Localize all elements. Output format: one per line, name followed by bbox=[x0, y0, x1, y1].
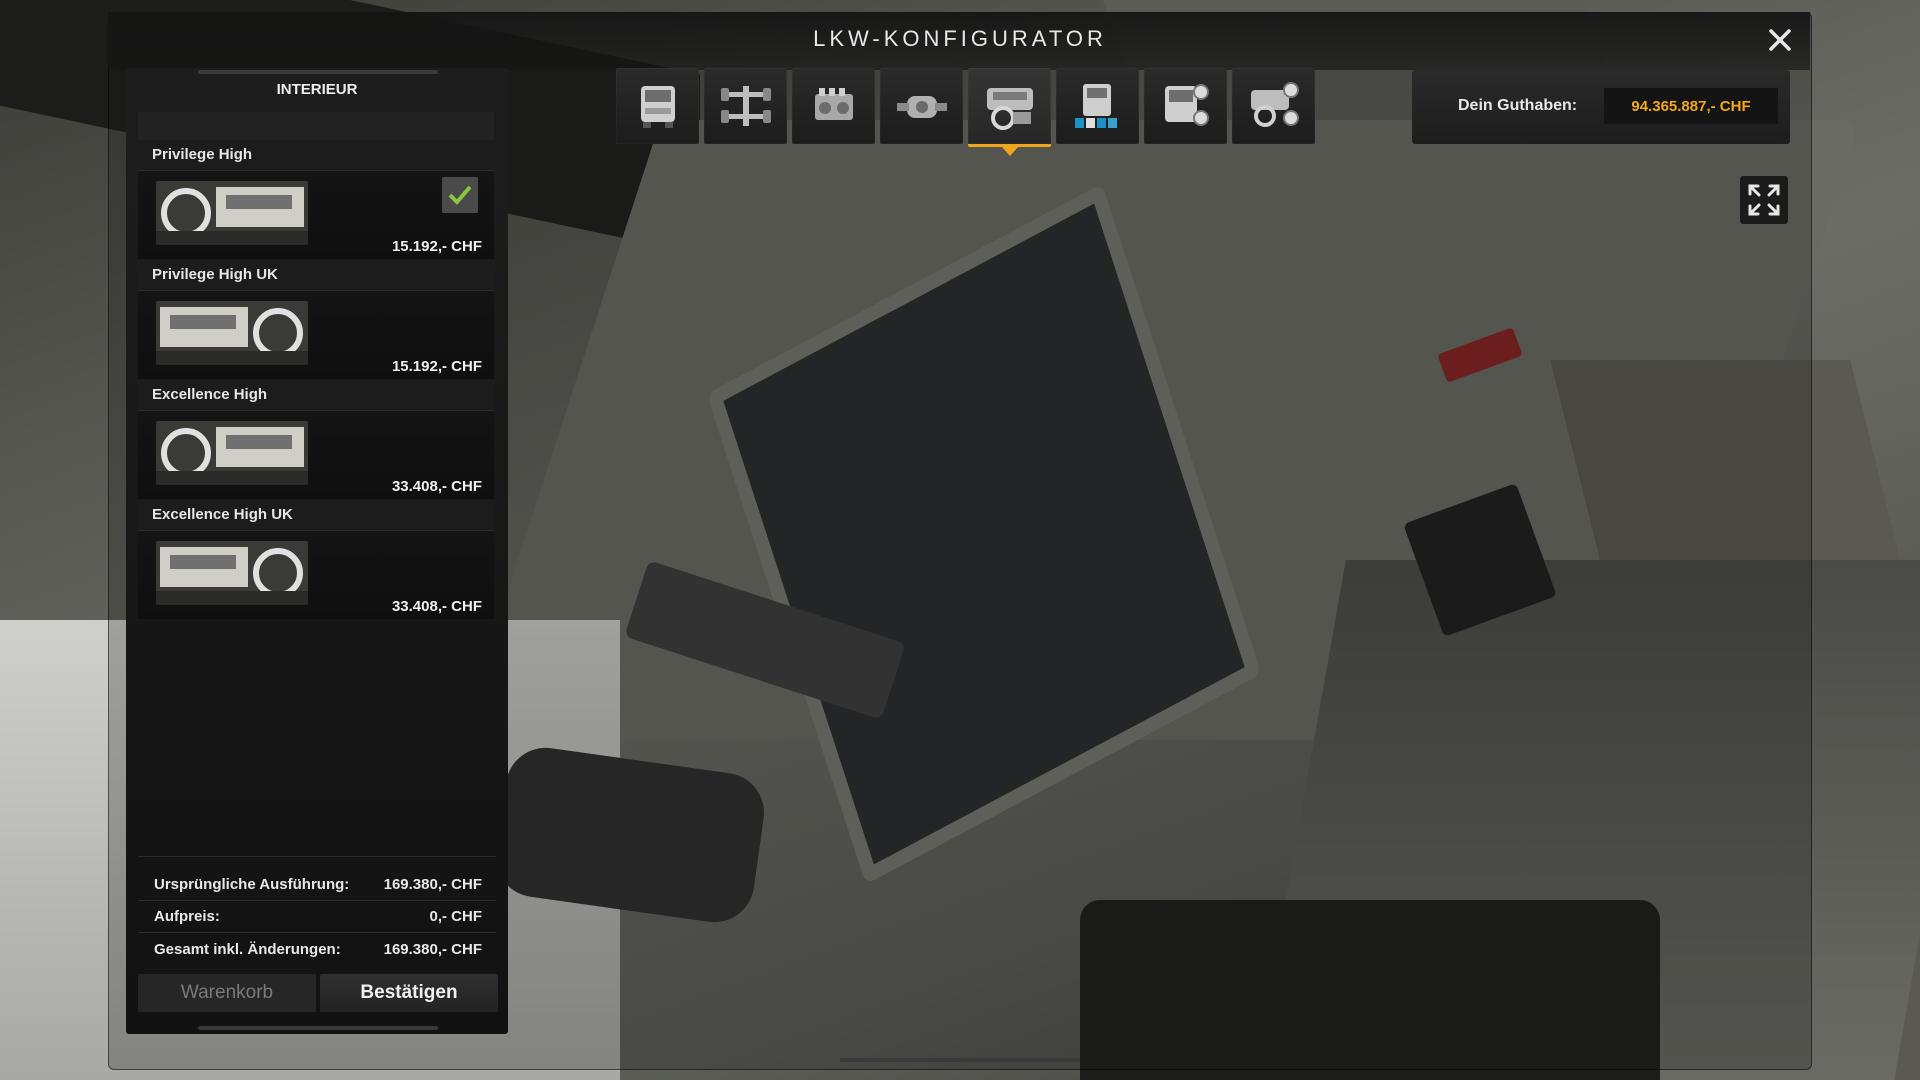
tab-interior[interactable] bbox=[968, 68, 1051, 156]
list-item[interactable]: Excellence High UK 33.408,- CHF bbox=[138, 500, 494, 619]
panel-grip-bottom bbox=[198, 1026, 438, 1030]
category-tabs bbox=[616, 68, 1315, 156]
window-title: LKW-KONFIGURATOR bbox=[813, 26, 1107, 51]
paint-icon bbox=[1074, 84, 1117, 128]
axle-icon bbox=[720, 86, 771, 126]
cart-button[interactable]: Warenkorb bbox=[138, 974, 316, 1012]
panel-grip-top bbox=[198, 70, 438, 74]
list-item[interactable]: Privilege High 15.192,- CHF bbox=[138, 140, 494, 259]
item-name: Excellence High bbox=[138, 380, 494, 411]
tab-chassis[interactable] bbox=[616, 68, 699, 144]
interior-icon bbox=[986, 88, 1033, 130]
interior-thumbnail bbox=[156, 421, 308, 485]
window-grip-bottom bbox=[840, 1058, 1080, 1062]
engine-icon bbox=[814, 88, 853, 120]
tab-axle[interactable] bbox=[704, 68, 787, 144]
balance-label: Dein Guthaben: bbox=[1458, 97, 1578, 114]
item-price: 15.192,- CHF bbox=[391, 238, 482, 255]
list-item[interactable]: Privilege High UK 15.192,- CHF bbox=[138, 260, 494, 379]
exterior-parts-icon bbox=[1164, 84, 1209, 126]
item-price: 15.192,- CHF bbox=[391, 358, 482, 375]
total-value: 169.380,- CHF bbox=[383, 941, 482, 958]
option-panel: INTERIEUR Privilege High 15.192,- CHF Pr… bbox=[126, 68, 508, 1034]
original-price-value: 169.380,- CHF bbox=[383, 876, 482, 893]
panel-heading: INTERIEUR bbox=[276, 81, 358, 98]
fullscreen-button[interactable] bbox=[1740, 176, 1788, 224]
truck-icon bbox=[640, 86, 675, 128]
expand-icon bbox=[1748, 184, 1780, 216]
tab-interior-accessories[interactable] bbox=[1232, 68, 1315, 144]
close-button[interactable] bbox=[1764, 24, 1796, 56]
interior-parts-icon bbox=[1250, 82, 1299, 127]
tab-paint[interactable] bbox=[1056, 68, 1139, 144]
item-price: 33.408,- CHF bbox=[391, 478, 482, 495]
divider bbox=[138, 932, 496, 933]
divider bbox=[138, 900, 496, 901]
interior-thumbnail bbox=[156, 301, 308, 365]
divider bbox=[138, 856, 496, 857]
tab-engine[interactable] bbox=[792, 68, 875, 144]
balance-value: 94.365.887,- CHF bbox=[1604, 88, 1778, 124]
balance-box: Dein Guthaben: 94.365.887,- CHF bbox=[1412, 70, 1790, 144]
selected-checkmark bbox=[442, 177, 478, 213]
tab-transmission[interactable] bbox=[880, 68, 963, 144]
tab-exterior-accessories[interactable] bbox=[1144, 68, 1227, 144]
surcharge-label: Aufpreis: bbox=[154, 908, 220, 925]
original-price-label: Ursprüngliche Ausführung: bbox=[154, 876, 350, 893]
confirm-button[interactable]: Bestätigen bbox=[320, 974, 498, 1012]
interior-thumbnail bbox=[156, 181, 308, 245]
item-name: Privilege High bbox=[138, 140, 494, 171]
check-icon bbox=[448, 185, 472, 205]
item-name: Excellence High UK bbox=[138, 500, 494, 531]
surcharge-value: 0,- CHF bbox=[429, 908, 483, 925]
transmission-icon bbox=[896, 96, 947, 118]
close-icon bbox=[1769, 29, 1791, 51]
item-price: 33.408,- CHF bbox=[391, 598, 482, 615]
list-item[interactable]: Excellence High 33.408,- CHF bbox=[138, 380, 494, 499]
total-label: Gesamt inkl. Änderungen: bbox=[154, 941, 341, 958]
interior-thumbnail bbox=[156, 541, 308, 605]
item-name: Privilege High UK bbox=[138, 260, 494, 291]
